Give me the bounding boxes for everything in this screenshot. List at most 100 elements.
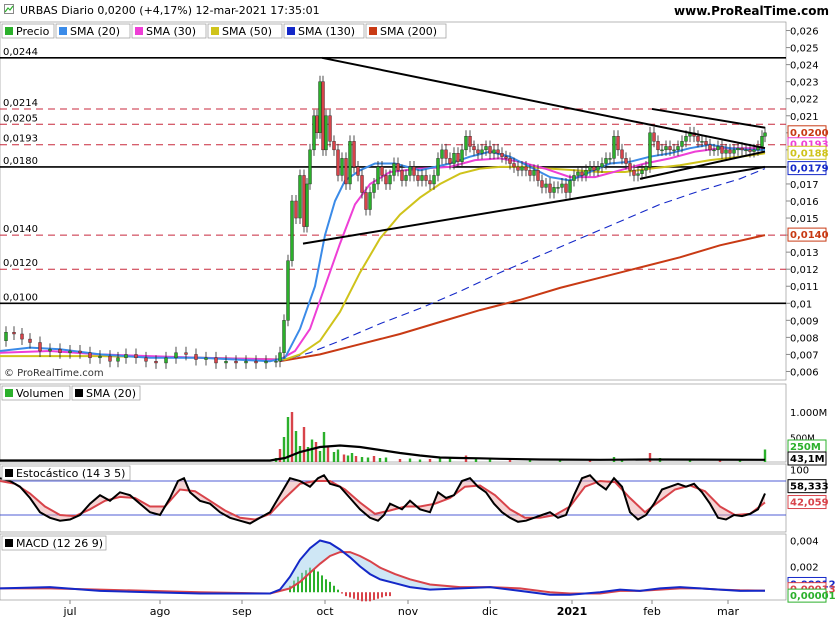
candle-body [552, 187, 556, 193]
candle-body [712, 149, 716, 152]
candle-body [544, 183, 548, 188]
legend-swatch [5, 389, 13, 397]
candle-body [12, 332, 16, 335]
macd-histogram-bar [357, 592, 359, 600]
candle-body [460, 149, 464, 162]
stochastic-axis-label: 100 [790, 466, 809, 477]
legend-label: SMA (50) [222, 25, 272, 38]
candle-body [644, 166, 648, 171]
candle-body [305, 183, 309, 227]
candle-body [294, 200, 298, 219]
volume-bar [318, 451, 322, 462]
candle-body [488, 146, 492, 154]
price-value-box-text: 0,0188 [790, 148, 829, 159]
price-axis-label: 0,013 [790, 248, 819, 259]
volume-bar [418, 459, 422, 462]
legend-swatch [287, 27, 295, 35]
candle-body [708, 144, 712, 151]
candle-body [244, 361, 248, 364]
candle-body [732, 149, 736, 154]
macd-histogram-bar [329, 581, 331, 593]
candle-body [340, 158, 344, 176]
legend-swatch [369, 27, 377, 35]
level-label: 0,0100 [3, 292, 38, 303]
candle-body [580, 171, 584, 176]
volume-bar [398, 459, 402, 462]
macd-histogram-bar [361, 592, 363, 602]
candle-body [380, 166, 384, 176]
volume-bar [366, 457, 370, 462]
x-axis-label: sep [232, 605, 251, 618]
candle-body [700, 141, 704, 143]
volume-bar [384, 457, 388, 462]
volume-axis-label: 1.000M [790, 408, 827, 419]
volume-sma-value-box-text: 43,1M [790, 454, 825, 465]
x-axis-label: nov [398, 605, 419, 618]
volume-bar [428, 459, 432, 462]
price-axis-label: 0,025 [790, 44, 819, 55]
candle-body [214, 357, 218, 364]
volume-bar [372, 456, 376, 462]
stochastic-d-value-box-text: 42,059 [790, 498, 829, 509]
candle-body [508, 158, 512, 164]
candle-body [356, 166, 360, 176]
candle-body [468, 136, 472, 147]
price-axis-label: 0,023 [790, 78, 819, 89]
candle-body [368, 192, 372, 210]
candle-body [164, 357, 168, 364]
candle-body [472, 146, 476, 151]
level-label: 0,0140 [3, 224, 38, 235]
candle-body [318, 81, 322, 134]
volume-bar [448, 458, 452, 462]
price-axis-label: 0,009 [790, 316, 819, 327]
candle-body [484, 146, 488, 151]
candle-body [416, 175, 420, 181]
price-axis-label: 0,024 [790, 61, 819, 72]
stochastic-k-value-box-text: 58,333 [790, 482, 829, 493]
candle-body [540, 180, 544, 188]
candle-body [752, 149, 756, 152]
candle-body [174, 352, 178, 359]
candle-body [312, 115, 316, 151]
candle-body [744, 149, 748, 152]
candle-body [704, 141, 708, 145]
candle-body [424, 175, 428, 181]
level-label: 0,0205 [3, 113, 38, 124]
level-label: 0,0120 [3, 258, 38, 269]
macd-histogram-bar [353, 592, 355, 599]
macd-histogram-bar [321, 575, 323, 593]
candle-body [412, 166, 416, 176]
x-axis-label: jul [62, 605, 76, 618]
candle-body [584, 170, 588, 176]
candle-body [315, 115, 319, 134]
level-label: 0,0193 [3, 134, 38, 145]
candle-body [444, 149, 448, 159]
candle-body [302, 175, 306, 227]
volume-bar [346, 455, 350, 462]
legend-swatch [5, 469, 13, 477]
candle-body [352, 141, 356, 168]
candle-body [98, 355, 102, 359]
candle-body [20, 333, 24, 340]
macd-histogram-bar [385, 592, 387, 597]
level-label: 0,0180 [3, 156, 38, 167]
candle-body [144, 357, 148, 362]
legend-swatch [59, 27, 67, 35]
candle-body [68, 350, 72, 353]
x-axis-label: oct [316, 605, 334, 618]
price-axis-label: 0,026 [790, 27, 819, 38]
legend-label: SMA (200) [380, 25, 437, 38]
candle-body [636, 173, 640, 176]
candle-body [616, 136, 620, 151]
price-axis-label: 0,011 [790, 282, 819, 293]
legend-label: SMA (30) [146, 25, 196, 38]
candle-body [396, 163, 400, 171]
candle-body [492, 149, 496, 154]
x-axis-label: ago [150, 605, 171, 618]
candle-body [440, 149, 444, 159]
candle-body [624, 158, 628, 164]
candle-body [404, 175, 408, 181]
macd-histogram-bar [349, 592, 351, 598]
candle-body [763, 132, 767, 137]
legend-swatch [211, 27, 219, 35]
